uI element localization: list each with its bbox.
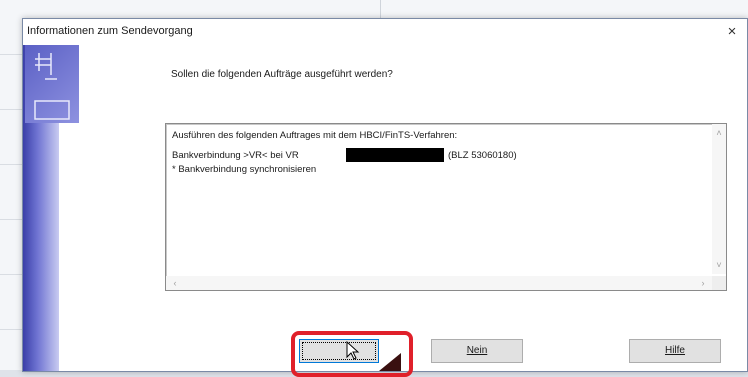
close-button[interactable]: × — [721, 22, 743, 42]
details-line-2-blz: (BLZ 53060180) — [448, 150, 517, 161]
help-button-label: Hilfe — [664, 345, 685, 356]
details-line-2-prefix: Bankverbindung >VR< bei VR — [172, 150, 299, 161]
details-textbox[interactable]: Ausführen des folgenden Auftrages mit de… — [165, 123, 727, 291]
scroll-corner — [712, 276, 726, 290]
horizontal-scrollbar[interactable]: ‹ › — [166, 276, 712, 290]
details-line-1: Ausführen des folgenden Auftrages mit de… — [172, 130, 458, 141]
transfer-icon — [25, 45, 79, 123]
no-button-label: Nein — [466, 345, 488, 356]
vertical-scrollbar[interactable]: ˄ ˅ — [712, 124, 726, 274]
annotation-arrow-icon — [379, 353, 401, 371]
confirmation-question: Sollen die folgenden Aufträge ausgeführt… — [171, 69, 393, 80]
scroll-down-icon[interactable]: ˅ — [712, 258, 726, 272]
yes-button[interactable] — [299, 339, 379, 363]
title-bar: Informationen zum Sendevorgang × — [23, 19, 747, 45]
scroll-left-icon[interactable]: ‹ — [168, 276, 182, 290]
no-button[interactable]: Nein — [431, 339, 523, 363]
dialog-title: Informationen zum Sendevorgang — [27, 25, 193, 37]
scroll-up-icon[interactable]: ˄ — [712, 126, 726, 140]
help-button[interactable]: Hilfe — [629, 339, 721, 363]
details-line-3: * Bankverbindung synchronisieren — [172, 164, 317, 175]
redacted-bank-name — [346, 148, 444, 162]
scroll-right-icon[interactable]: › — [696, 276, 710, 290]
send-info-dialog: Informationen zum Sendevorgang × Sollen … — [22, 18, 748, 377]
mouse-cursor-icon — [346, 341, 360, 360]
